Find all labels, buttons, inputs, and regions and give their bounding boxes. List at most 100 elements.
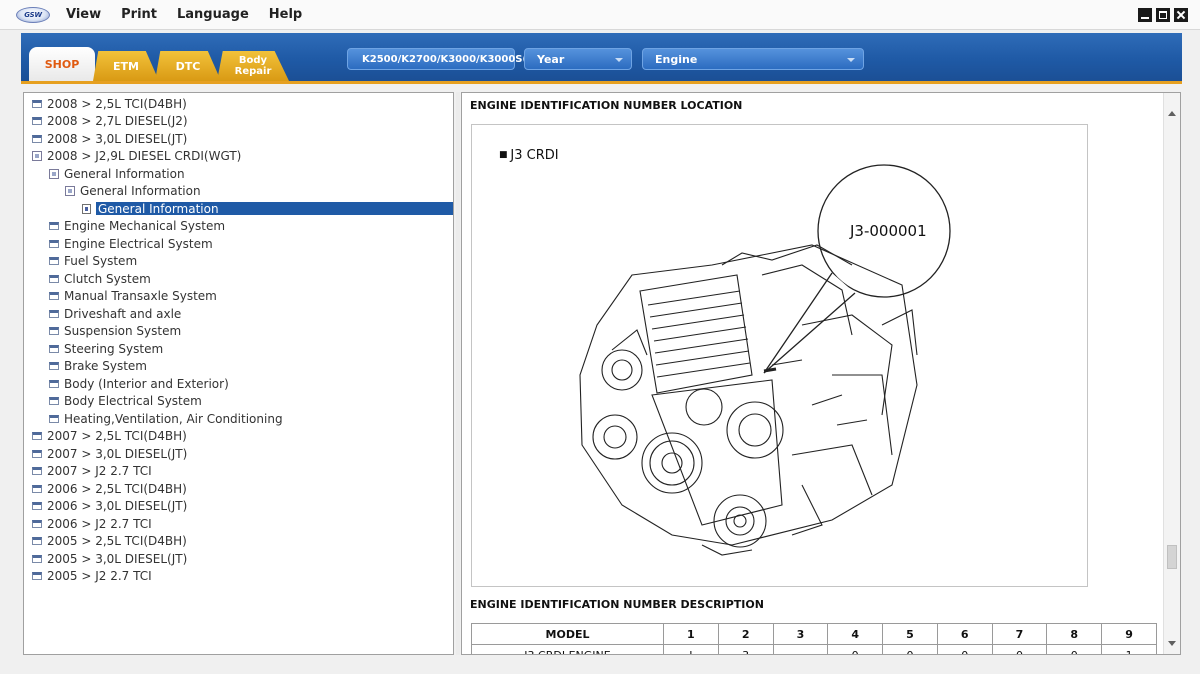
open-book-icon: [32, 151, 42, 161]
tree-item[interactable]: 2008 > 2,5L TCI(D4BH): [32, 95, 187, 112]
tree-item[interactable]: 2007 > 3,0L DIESEL(JT): [32, 445, 187, 462]
table-cell: 0: [991, 644, 1048, 654]
tree-item[interactable]: Fuel System: [49, 253, 137, 270]
menu-bar: GSW View Print Language Help: [0, 0, 1200, 30]
book-icon: [49, 379, 59, 388]
book-icon: [32, 502, 42, 510]
model-selector[interactable]: K2500/K2700/K3000/K3000S(: [347, 48, 527, 70]
tree-item-label: Heating,Ventilation, Air Conditioning: [64, 411, 283, 426]
tree-item[interactable]: 2007 > 2,5L TCI(D4BH): [32, 428, 187, 445]
tree-item[interactable]: 2005 > 2,5L TCI(D4BH): [32, 533, 187, 550]
book-icon: [49, 274, 59, 283]
tree-item-label: Engine Mechanical System: [64, 219, 226, 233]
tree-item[interactable]: 2006 > 2,5L TCI(D4BH): [32, 480, 187, 497]
engine-selector[interactable]: Engine: [642, 48, 864, 70]
tree-item[interactable]: Clutch System: [49, 270, 151, 287]
tree-item-selected[interactable]: General Information: [82, 200, 453, 217]
chevron-down-icon: [615, 58, 623, 62]
maximize-icon[interactable]: [1156, 8, 1170, 22]
model-selector-value: K2500/K2700/K3000/K3000S(: [362, 53, 528, 65]
minimize-icon[interactable]: [1138, 8, 1152, 22]
table-cell: 0: [827, 644, 884, 654]
tree-item[interactable]: General Information: [49, 165, 185, 182]
scroll-down-icon[interactable]: [1168, 641, 1176, 646]
scroll-thumb[interactable]: [1167, 545, 1177, 569]
book-icon: [49, 257, 59, 265]
book-icon: [32, 117, 42, 125]
col-4: 4: [827, 623, 884, 645]
tree-item-label: 2007 > 2,5L TCI(D4BH): [47, 429, 187, 443]
table-cell: J: [663, 644, 719, 654]
tree-item[interactable]: Body Electrical System: [49, 393, 202, 410]
menu-print[interactable]: Print: [121, 7, 157, 22]
table-cell: J3 CRDI ENGINE: [471, 644, 664, 654]
year-selector[interactable]: Year: [524, 48, 632, 70]
menu-help[interactable]: Help: [269, 7, 302, 22]
tree-item[interactable]: 2008 > J2,9L DIESEL CRDI(WGT): [32, 148, 241, 165]
tree-item[interactable]: 2006 > 3,0L DIESEL(JT): [32, 498, 187, 515]
col-7: 7: [991, 623, 1048, 645]
tree-item-label: Fuel System: [64, 254, 138, 268]
col-3: 3: [772, 623, 829, 645]
tree-item[interactable]: Brake System: [49, 358, 147, 375]
tab-body-repair[interactable]: Body Repair: [217, 51, 289, 81]
tree-item-label: 2005 > J2 2.7 TCI: [47, 569, 152, 583]
tab-body-repair-label-2: Repair: [234, 66, 272, 77]
table-cell: 3: [717, 644, 774, 654]
tree-item[interactable]: 2008 > 3,0L DIESEL(JT): [32, 130, 187, 147]
tree-item[interactable]: Engine Mechanical System: [49, 218, 225, 235]
tree-item[interactable]: Suspension System: [49, 323, 181, 340]
document-viewer: ENGINE IDENTIFICATION NUMBER LOCATION J3…: [461, 92, 1181, 655]
tree-item-label: Brake System: [64, 359, 147, 373]
menu-language[interactable]: Language: [177, 7, 249, 22]
navigation-tree[interactable]: 2008 > 2,5L TCI(D4BH) 2008 > 2,7L DIESEL(…: [23, 92, 454, 655]
panel-splitter[interactable]: [456, 92, 460, 655]
tab-etm[interactable]: ETM: [93, 51, 159, 81]
tree-item[interactable]: General Information: [65, 183, 201, 200]
tree-item[interactable]: Steering System: [49, 340, 163, 357]
tab-shop[interactable]: SHOP: [29, 47, 95, 81]
engine-figure: J3 CRDI: [471, 124, 1088, 587]
tree-item-label: Driveshaft and axle: [64, 306, 182, 321]
tab-dtc[interactable]: DTC: [155, 51, 221, 81]
col-9: 9: [1101, 623, 1157, 645]
col-2: 2: [717, 623, 774, 645]
col-8: 8: [1046, 623, 1103, 645]
tree-item[interactable]: 2008 > 2,7L DIESEL(J2): [32, 113, 188, 130]
book-icon: [49, 327, 59, 335]
tree-item-label: 2005 > 2,5L TCI(D4BH): [47, 534, 187, 548]
window-controls: [1138, 8, 1188, 22]
table-cell: [772, 644, 829, 654]
tree-item[interactable]: Driveshaft and axle: [49, 305, 181, 322]
logo-text: GSW: [24, 10, 42, 19]
tree-item[interactable]: 2006 > J2 2.7 TCI: [32, 515, 152, 532]
tree-item-label: Engine Electrical System: [64, 236, 213, 251]
scroll-up-icon[interactable]: [1168, 111, 1176, 116]
table-cell: 0: [936, 644, 993, 654]
tree-item-label: 2007 > 3,0L DIESEL(JT): [47, 446, 188, 461]
menu-view[interactable]: View: [66, 7, 101, 22]
book-icon: [32, 134, 42, 143]
close-icon[interactable]: [1174, 8, 1188, 22]
engine-id-table: MODEL 1 2 3 4 5 6 7 8 9 J3 CRDI ENGINE J…: [471, 623, 1157, 654]
col-5: 5: [882, 623, 938, 645]
book-icon: [32, 519, 42, 528]
tree-item[interactable]: Engine Electrical System: [49, 235, 213, 252]
tree-item-label: 2005 > 3,0L DIESEL(JT): [47, 551, 188, 566]
tree-item[interactable]: Heating,Ventilation, Air Conditioning: [49, 410, 283, 427]
tree-item[interactable]: 2005 > 3,0L DIESEL(JT): [32, 550, 187, 567]
book-icon: [32, 572, 42, 580]
vertical-scrollbar[interactable]: [1163, 93, 1180, 654]
tree-item[interactable]: 2005 > J2 2.7 TCI: [32, 568, 152, 585]
tree-item-label: 2008 > 2,7L DIESEL(J2): [47, 114, 188, 128]
tree-item[interactable]: Body (Interior and Exterior): [49, 375, 229, 392]
tree-item[interactable]: 2007 > J2 2.7 TCI: [32, 463, 152, 480]
callout-engine-number: J3-000001: [850, 222, 927, 240]
table-cell: 0: [882, 644, 938, 654]
tree-item[interactable]: Manual Transaxle System: [49, 288, 217, 305]
book-icon: [49, 222, 59, 230]
book-icon: [49, 239, 59, 248]
tree-item-label: 2006 > J2 2.7 TCI: [47, 516, 152, 531]
tree-item-label: 2008 > 2,5L TCI(D4BH): [47, 96, 187, 111]
book-icon: [49, 397, 59, 405]
